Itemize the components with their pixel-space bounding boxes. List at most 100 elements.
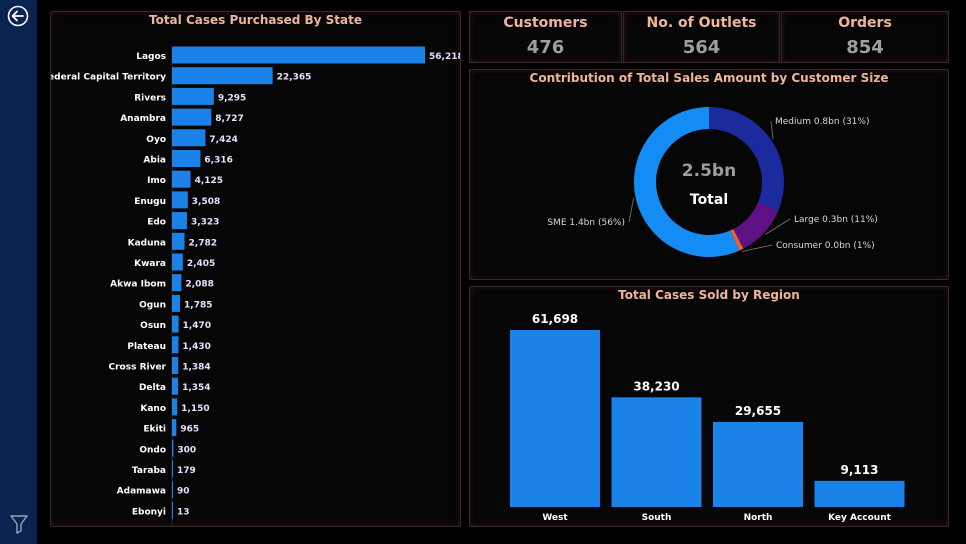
state-value-label: 6,316 (204, 156, 232, 166)
state-bar (172, 170, 191, 188)
state-value-label: 2,088 (185, 280, 213, 290)
kpi-orders-value: 854 (846, 37, 884, 58)
state-value-label: 9,295 (218, 93, 246, 103)
state-bar (172, 274, 182, 292)
state-value-label: 179 (177, 466, 196, 476)
state-value-label: 3,508 (192, 197, 220, 207)
region-category-label: Key Account (828, 513, 892, 523)
state-value-label: 2,405 (187, 259, 215, 269)
state-label: Anambra (120, 114, 166, 124)
state-value-label: 1,150 (181, 404, 209, 414)
kpi-outlets-card: No. of Outlets 564 (623, 11, 780, 63)
state-value-label: 7,424 (209, 135, 237, 145)
region-category-label: South (642, 513, 672, 523)
kpi-outlets-label: No. of Outlets (646, 15, 757, 31)
state-label: Ogun (139, 300, 166, 310)
state-bar (172, 377, 179, 395)
state-label: Osun (140, 321, 166, 331)
donut-leader-line (770, 120, 774, 140)
state-bar (172, 129, 206, 147)
state-bar (172, 67, 273, 85)
state-label: Kano (140, 404, 166, 414)
state-label: Lagos (136, 52, 166, 62)
state-label: Oyo (146, 135, 166, 145)
state-bar (172, 108, 212, 126)
kpi-orders-card: Orders 854 (781, 11, 949, 63)
state-label: Taraba (132, 466, 166, 476)
donut-slice-label: Large 0.3bn (11%) (794, 215, 878, 225)
donut-leader-line (628, 197, 635, 223)
kpi-outlets-value: 564 (682, 37, 721, 58)
state-bar (172, 357, 179, 374)
state-value-label: 3,323 (191, 218, 219, 228)
state-label: Ondo (139, 445, 166, 455)
state-value-label: 22,365 (277, 73, 312, 83)
donut-slice-label: Consumer 0.0bn (1%) (776, 241, 875, 251)
state-label: Plateau (127, 342, 166, 352)
donut-slice-label: Medium 0.8bn (31%) (775, 117, 869, 127)
region-bar (611, 397, 702, 507)
state-label: Imo (147, 176, 166, 186)
state-bar (172, 398, 178, 416)
state-value-label: 1,785 (184, 300, 212, 310)
state-value-label: 1,470 (183, 321, 211, 331)
state-bar (172, 150, 201, 167)
region-bar-chart: 61,698 West 38,230 South 29,655 North 9,113 Key… (510, 312, 905, 523)
state-label: Rivers (134, 93, 166, 103)
state-bar-chart: Lagos 56,218 Federal Capital Territory 22,3… (51, 46, 460, 526)
state-bar (172, 46, 425, 64)
donut-center-label: Total (690, 192, 728, 208)
state-cases-panel: Total Cases Purchased By State Lagos 56,2… (50, 11, 461, 527)
region-cases-panel: Total Cases Sold by Region 61,698 West 38,… (469, 286, 949, 527)
state-bar (172, 294, 181, 312)
state-label: Enugu (134, 197, 166, 207)
region-bar (814, 480, 905, 507)
region-value-label: 38,230 (633, 379, 679, 393)
kpi-customers-label: Customers (503, 15, 588, 31)
region-category-label: North (744, 513, 773, 523)
state-bar (172, 212, 187, 230)
state-bar (172, 439, 174, 457)
state-value-label: 56,218 (429, 52, 460, 62)
state-label: Abia (143, 156, 166, 166)
state-value-label: 1,354 (182, 383, 210, 393)
state-bar (172, 315, 179, 333)
region-value-label: 61,698 (532, 312, 578, 326)
state-value-label: 965 (180, 425, 199, 435)
state-bar (172, 87, 214, 105)
donut-slice-large (733, 202, 779, 249)
back-arrow-icon[interactable] (7, 5, 29, 27)
state-value-label: 4,125 (195, 176, 223, 186)
region-bar (510, 330, 600, 507)
kpi-customers-card: Customers 476 (469, 11, 622, 63)
state-label: Ebonyi (132, 507, 166, 517)
state-value-label: 1,430 (182, 342, 210, 352)
nav-rail (0, 0, 37, 544)
donut-center-value: 2.5bn (682, 161, 736, 181)
state-label: Ekiti (143, 425, 166, 435)
state-bar (172, 419, 177, 437)
state-bar (172, 460, 173, 478)
state-bar (172, 232, 185, 250)
region-value-label: 9,113 (841, 463, 879, 477)
region-category-label: West (542, 513, 568, 523)
state-value-label: 300 (177, 445, 196, 455)
donut-slice-label: SME 1.4bn (56%) (547, 218, 625, 228)
state-bar (172, 253, 183, 271)
region-bar (713, 421, 803, 507)
state-label: Akwa Ibom (110, 280, 166, 290)
customer-size-panel: Contribution of Total Sales Amount by Cu… (469, 69, 949, 280)
customer-size-donut-chart: 2.5bn Total Medium 0.8bn (31%) Large 0.3bn … (547, 107, 878, 257)
state-label: Adamawa (117, 487, 166, 497)
state-label: Federal Capital Territory (51, 73, 166, 83)
kpi-customers-value: 476 (526, 37, 565, 58)
state-value-label: 8,727 (215, 114, 243, 124)
state-label: Kaduna (128, 238, 166, 248)
state-label: Cross River (109, 363, 167, 373)
state-value-label: 13 (177, 507, 190, 517)
filter-icon[interactable] (9, 514, 29, 534)
state-bar (172, 191, 188, 209)
region-value-label: 29,655 (735, 404, 781, 418)
state-label: Kwara (134, 259, 166, 269)
state-value-label: 1,384 (182, 363, 210, 373)
